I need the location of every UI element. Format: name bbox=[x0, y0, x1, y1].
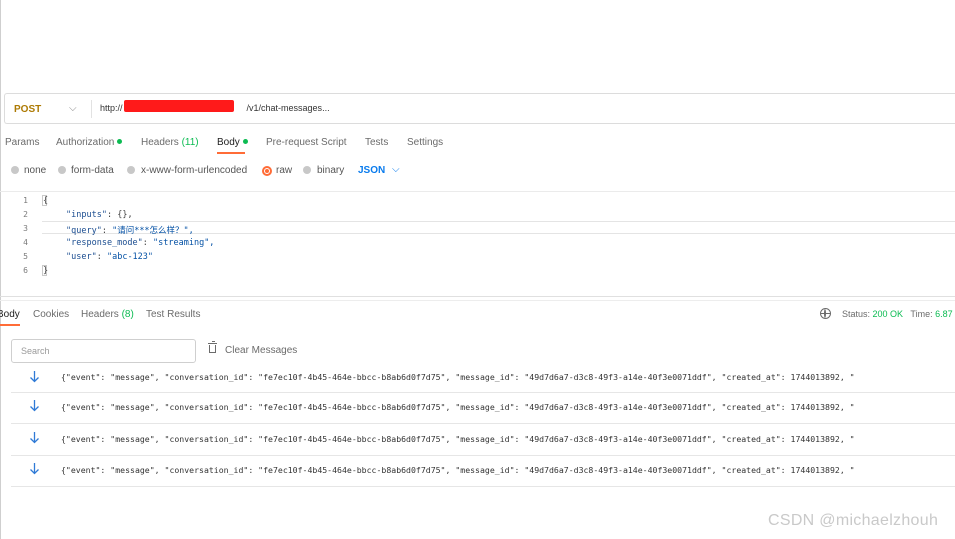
divider bbox=[91, 100, 92, 118]
tab-label: Authorization bbox=[56, 137, 115, 148]
arrow-down-icon[interactable] bbox=[30, 371, 39, 383]
line-number: 4 bbox=[23, 238, 28, 247]
code-line: "inputs": {}, bbox=[66, 210, 133, 220]
radio-label-form-data[interactable]: form-data bbox=[71, 165, 114, 176]
active-tab-indicator bbox=[0, 324, 20, 326]
status-value[interactable]: 200 OK bbox=[873, 309, 904, 319]
format-selector[interactable]: JSON bbox=[358, 165, 385, 176]
code-close-brace: } bbox=[43, 266, 49, 276]
response-tab-body[interactable]: Body bbox=[0, 309, 20, 320]
url-prefix: http:// bbox=[100, 103, 123, 113]
tab-label: Headers bbox=[81, 309, 119, 320]
arrow-down-icon[interactable] bbox=[30, 432, 39, 444]
clear-messages-button[interactable]: Clear Messages bbox=[225, 345, 297, 356]
code-open-brace: { bbox=[43, 196, 49, 206]
radio-label-none[interactable]: none bbox=[24, 165, 46, 176]
tab-label: Settings bbox=[407, 137, 444, 148]
tab-authorization[interactable]: Authorization bbox=[56, 137, 123, 148]
line-number: 6 bbox=[23, 266, 28, 275]
tab-pre-request-script[interactable]: Pre-request Script bbox=[266, 137, 347, 148]
line-number: 5 bbox=[23, 252, 28, 261]
window-left-border bbox=[0, 0, 1, 539]
json-key: "query" bbox=[66, 226, 102, 236]
response-status: Status: 200 OK Time: 6.87 bbox=[842, 309, 953, 319]
json-key: "user" bbox=[66, 252, 97, 262]
tab-settings[interactable]: Settings bbox=[407, 137, 443, 148]
radio-form-data[interactable] bbox=[58, 166, 66, 174]
tab-count: (8) bbox=[121, 309, 134, 320]
tab-label: Body bbox=[217, 137, 240, 148]
radio-label-binary[interactable]: binary bbox=[317, 165, 344, 176]
response-tab-headers[interactable]: Headers (8) bbox=[81, 309, 134, 320]
tab-body[interactable]: Body bbox=[217, 137, 248, 148]
tab-label: Tests bbox=[365, 137, 389, 148]
active-tab-indicator bbox=[217, 152, 245, 154]
tab-label: Cookies bbox=[33, 309, 70, 320]
message-row[interactable]: {"event": "message", "conversation_id": … bbox=[11, 456, 955, 487]
time-value[interactable]: 6.87 bbox=[935, 309, 953, 319]
url-ellipsis: ... bbox=[322, 103, 330, 113]
tab-label: Body bbox=[0, 309, 20, 320]
radio-none[interactable] bbox=[11, 166, 19, 174]
tab-label: Pre-request Script bbox=[266, 137, 347, 148]
url-path: /v1/chat-messages bbox=[246, 103, 323, 113]
code-line: "user": "abc-123" bbox=[66, 252, 154, 262]
json-key: "inputs" bbox=[66, 210, 107, 220]
chevron-down-icon[interactable]: ⌵ bbox=[69, 103, 77, 114]
redaction-mark bbox=[124, 100, 234, 112]
arrow-down-icon[interactable] bbox=[30, 463, 39, 475]
response-tab-cookies[interactable]: Cookies bbox=[33, 309, 69, 320]
response-tab-test-results[interactable]: Test Results bbox=[146, 309, 200, 320]
method-selector[interactable]: POST bbox=[14, 104, 41, 115]
code-line: "response_mode": "streaming", bbox=[66, 238, 215, 248]
json-value: {}, bbox=[117, 210, 133, 220]
tab-params[interactable]: Params bbox=[5, 137, 39, 148]
json-value: "streaming", bbox=[153, 238, 215, 248]
message-text: {"event": "message", "conversation_id": … bbox=[61, 402, 855, 412]
arrow-down-icon[interactable] bbox=[30, 400, 39, 412]
search-input[interactable] bbox=[11, 339, 196, 363]
line-number: 3 bbox=[23, 224, 28, 233]
json-key: "response_mode" bbox=[66, 238, 143, 248]
tab-headers[interactable]: Headers (11) bbox=[141, 137, 199, 148]
tab-count: (11) bbox=[181, 137, 199, 148]
message-row[interactable]: {"event": "message", "conversation_id": … bbox=[11, 425, 955, 456]
status-dot-icon bbox=[242, 139, 248, 144]
radio-urlencoded[interactable] bbox=[127, 166, 135, 174]
message-text: {"event": "message", "conversation_id": … bbox=[61, 372, 855, 382]
trash-icon[interactable] bbox=[208, 341, 217, 353]
radio-raw[interactable] bbox=[262, 166, 272, 176]
radio-binary[interactable] bbox=[303, 166, 311, 174]
editor-border bbox=[0, 296, 955, 297]
pane-divider[interactable] bbox=[0, 300, 955, 301]
tab-label: Headers bbox=[141, 137, 179, 148]
message-row[interactable]: {"event": "message", "conversation_id": … bbox=[11, 362, 955, 393]
globe-icon[interactable] bbox=[820, 308, 831, 319]
tab-tests[interactable]: Tests bbox=[365, 137, 388, 148]
message-row[interactable]: {"event": "message", "conversation_id": … bbox=[11, 393, 955, 424]
request-bar: POST ⌵ http:// /v1/chat-messages... bbox=[4, 93, 955, 124]
editor-border bbox=[0, 191, 955, 192]
tab-label: Params bbox=[5, 137, 40, 148]
message-text: {"event": "message", "conversation_id": … bbox=[61, 434, 855, 444]
radio-label-urlencoded[interactable]: x-www-form-urlencoded bbox=[141, 165, 247, 176]
code-line: "query": "请问***怎么样？", bbox=[66, 226, 194, 236]
json-value: "请问***怎么样？", bbox=[112, 226, 194, 236]
tab-label: Test Results bbox=[146, 309, 201, 320]
time-label: Time: bbox=[910, 309, 933, 319]
radio-label-raw[interactable]: raw bbox=[276, 165, 292, 176]
line-number: 2 bbox=[23, 210, 28, 219]
chevron-down-icon[interactable]: ⌵ bbox=[392, 164, 400, 175]
json-value: "abc-123" bbox=[106, 252, 154, 262]
line-number: 1 bbox=[23, 196, 28, 205]
message-text: {"event": "message", "conversation_id": … bbox=[61, 465, 855, 475]
status-label: Status: bbox=[842, 309, 871, 319]
status-dot-icon bbox=[117, 139, 123, 144]
watermark: CSDN @michaelzhouh bbox=[768, 512, 939, 529]
